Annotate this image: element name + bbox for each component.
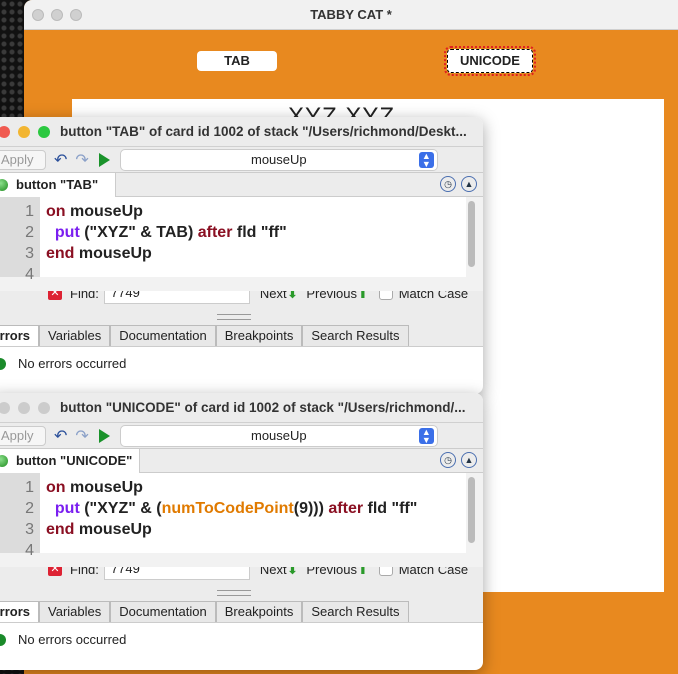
line-number: 2 bbox=[25, 224, 34, 241]
collapse-icon[interactable]: ▲ bbox=[461, 176, 477, 192]
line-number: 4 bbox=[25, 542, 34, 559]
code-line: on mouseUp bbox=[46, 477, 460, 498]
keyword: end bbox=[46, 521, 75, 538]
code-text: mouseUp bbox=[65, 479, 143, 496]
code-text: mouseUp bbox=[74, 245, 152, 262]
object-tab[interactable]: button "TAB" bbox=[0, 173, 116, 197]
status-dot-icon bbox=[0, 455, 8, 467]
code-text: fld "ff" bbox=[363, 500, 418, 517]
handler-value: mouseUp bbox=[250, 427, 307, 443]
apply-button[interactable]: Apply bbox=[0, 149, 46, 170]
editor-title: button "UNICODE" of card id 1002 of stac… bbox=[60, 400, 466, 415]
tab-documentation[interactable]: Documentation bbox=[110, 325, 216, 346]
minimize-button[interactable] bbox=[51, 9, 63, 21]
command: put bbox=[46, 224, 80, 241]
tab-variables[interactable]: Variables bbox=[39, 325, 111, 346]
tab-search-results[interactable]: Search Results bbox=[302, 325, 409, 346]
keyword: end bbox=[46, 245, 75, 262]
status-text: No errors occurred bbox=[18, 632, 127, 647]
tab-variables[interactable]: Variables bbox=[39, 601, 111, 622]
unicode-button[interactable]: UNICODE bbox=[444, 46, 536, 76]
check-icon bbox=[0, 633, 6, 646]
script-text-area[interactable]: on mouseUp put ("XYZ" & (numToCodePoint(… bbox=[40, 473, 466, 553]
handler-value: mouseUp bbox=[250, 151, 307, 167]
command: put bbox=[46, 500, 80, 517]
code-text: (9))) bbox=[293, 500, 329, 517]
tab-errors[interactable]: Errors bbox=[0, 601, 40, 622]
tab-documentation[interactable]: Documentation bbox=[110, 601, 216, 622]
select-arrows-icon: ▲ ▼ bbox=[418, 151, 434, 168]
stack-title-bar: TABBY CAT * bbox=[24, 0, 678, 30]
code-text: fld "ff" bbox=[232, 224, 287, 241]
close-button[interactable] bbox=[0, 125, 10, 138]
select-arrows-icon: ▲ ▼ bbox=[418, 427, 434, 444]
line-number: 1 bbox=[25, 479, 34, 496]
code-line: put ("XYZ" & TAB) after fld "ff" bbox=[46, 222, 460, 243]
undo-icon[interactable]: ↶ bbox=[54, 150, 67, 170]
tab-breakpoints[interactable]: Breakpoints bbox=[215, 601, 303, 622]
code-line: put ("XYZ" & (numToCodePoint(9))) after … bbox=[46, 498, 460, 519]
handler-select[interactable]: mouseUp ▲ ▼ bbox=[119, 148, 438, 171]
zoom-button[interactable] bbox=[38, 401, 50, 414]
tab-breakpoints[interactable]: Breakpoints bbox=[215, 325, 303, 346]
zoom-button[interactable] bbox=[70, 9, 82, 21]
keyword: after bbox=[328, 500, 364, 517]
script-editor-unicode: button "UNICODE" of card id 1002 of stac… bbox=[0, 393, 483, 670]
code-text: ("XYZ" & TAB) bbox=[79, 224, 198, 241]
minimize-button[interactable] bbox=[18, 401, 30, 414]
tab-search-results[interactable]: Search Results bbox=[302, 601, 409, 622]
code-text: mouseUp bbox=[74, 521, 152, 538]
object-tab[interactable]: button "UNICODE" bbox=[0, 449, 140, 473]
script-text-area[interactable]: on mouseUp put ("XYZ" & TAB) after fld "… bbox=[40, 197, 466, 277]
history-clock-icon[interactable]: ◷ bbox=[440, 176, 456, 192]
close-button[interactable] bbox=[32, 9, 44, 21]
script-editor-tab: button "TAB" of card id 1002 of stack "/… bbox=[0, 117, 483, 394]
code-text: mouseUp bbox=[65, 203, 143, 220]
code-line: end mouseUp bbox=[46, 519, 460, 540]
apply-button[interactable]: Apply bbox=[0, 425, 46, 446]
tab-button[interactable]: TAB bbox=[197, 51, 277, 71]
keyword: on bbox=[46, 479, 66, 496]
line-number: 2 bbox=[25, 500, 34, 517]
code-line: on mouseUp bbox=[46, 201, 460, 222]
window-title: TABBY CAT * bbox=[310, 7, 392, 22]
check-icon bbox=[0, 357, 6, 370]
code-line: end mouseUp bbox=[46, 243, 460, 264]
redo-icon[interactable]: ↷ bbox=[75, 150, 88, 170]
editor-title-bar: button "TAB" of card id 1002 of stack "/… bbox=[0, 117, 483, 147]
pane-splitter[interactable] bbox=[0, 585, 483, 601]
handler-select[interactable]: mouseUp ▲ ▼ bbox=[119, 424, 438, 447]
function: numToCodePoint bbox=[161, 500, 294, 517]
line-number: 3 bbox=[25, 245, 34, 262]
zoom-button[interactable] bbox=[38, 125, 50, 138]
editor-title-bar: button "UNICODE" of card id 1002 of stac… bbox=[0, 393, 483, 423]
pane-splitter[interactable] bbox=[0, 309, 483, 325]
minimize-button[interactable] bbox=[18, 125, 30, 138]
status-dot-icon bbox=[0, 179, 8, 191]
scrollbar[interactable] bbox=[468, 477, 475, 543]
code-text: ("XYZ" & ( bbox=[79, 500, 162, 517]
status-text: No errors occurred bbox=[18, 356, 127, 371]
line-number: 4 bbox=[25, 266, 34, 283]
line-number: 3 bbox=[25, 521, 34, 538]
history-clock-icon[interactable]: ◷ bbox=[440, 452, 456, 468]
line-number-gutter: 1 2 3 4 bbox=[0, 473, 40, 559]
run-icon[interactable] bbox=[98, 428, 110, 443]
run-icon[interactable] bbox=[98, 152, 110, 167]
tab-errors[interactable]: Errors bbox=[0, 325, 40, 346]
redo-icon[interactable]: ↷ bbox=[75, 426, 88, 446]
line-number-gutter: 1 2 3 4 bbox=[0, 197, 40, 283]
editor-title: button "TAB" of card id 1002 of stack "/… bbox=[60, 124, 467, 139]
keyword: on bbox=[46, 203, 66, 220]
keyword: after bbox=[197, 224, 233, 241]
collapse-icon[interactable]: ▲ bbox=[461, 452, 477, 468]
close-button[interactable] bbox=[0, 401, 10, 414]
object-tab-label: button "TAB" bbox=[16, 177, 99, 192]
line-number: 1 bbox=[25, 203, 34, 220]
scrollbar[interactable] bbox=[468, 201, 475, 267]
undo-icon[interactable]: ↶ bbox=[54, 426, 67, 446]
object-tab-label: button "UNICODE" bbox=[16, 453, 133, 468]
